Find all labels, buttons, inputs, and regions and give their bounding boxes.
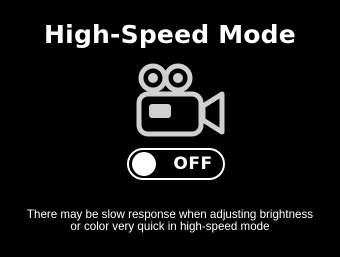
video-camera-icon <box>136 63 225 137</box>
high-speed-mode-toggle[interactable]: OFF <box>127 148 225 180</box>
toggle-knob <box>132 152 156 176</box>
info-note: There may be slow response when adjustin… <box>6 209 334 233</box>
page-title: High-Speed Mode <box>44 20 296 49</box>
toggle-label: OFF <box>173 154 213 174</box>
info-note-line: or color very quick in high-speed mode <box>70 220 270 233</box>
high-speed-mode-screen: High-Speed Mode OFF There may be slow re… <box>0 0 340 257</box>
